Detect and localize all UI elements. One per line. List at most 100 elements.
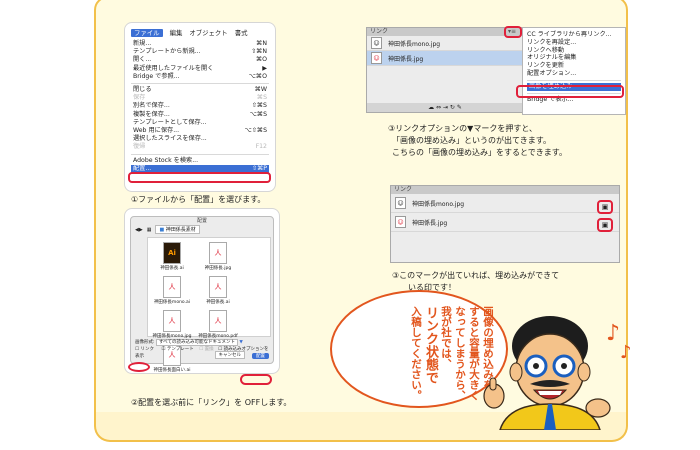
mascot-eye — [561, 363, 567, 369]
view-icon[interactable]: ▦ — [147, 227, 152, 233]
relink-icon[interactable]: ⇔ — [436, 104, 441, 111]
folder-icon: ■ — [159, 227, 165, 233]
file-item[interactable]: 人神田係長mono.jpg — [150, 310, 194, 340]
file-menu-item[interactable]: 複製を保存... ⌥⌘S — [131, 111, 269, 119]
file-menu-item[interactable]: Bridge で参照... ⌥⌘O — [131, 73, 269, 81]
place-button-highlight-ring — [240, 374, 272, 385]
file-menu-item[interactable]: 閉じる ⌘W — [131, 86, 269, 94]
menu-item-shortcut: ⌥⌘O — [248, 72, 267, 80]
file-menu-item[interactable]: 選択したスライスを保存... — [131, 135, 269, 143]
links-panel-embedded: リンク ☺ 神田係長mono.jpg ☺ 神田係長.jpg — [390, 185, 620, 263]
menu-item-label: 最近使用したファイルを開く — [133, 64, 214, 72]
replace-checkbox[interactable]: ☐ 置換 — [199, 347, 213, 352]
menu-object[interactable]: オブジェクト — [189, 29, 227, 37]
links-panel-title: リンク — [367, 28, 523, 36]
file-menu-item[interactable]: 復帰 F12 — [131, 143, 269, 151]
caption-step3-line2: 「画像の埋め込み」というのが出てきます。 — [392, 136, 551, 145]
flyout-item-list: CC ライブラリから再リンク... リンクを再設定... リンクへ移動 オリジナルを編… — [527, 31, 621, 78]
menu-item-shortcut: ⌥⌘S — [249, 110, 267, 118]
caption-step3-line1: ③リンクオプションの▼マークを押すと、 — [388, 124, 538, 133]
menu-item-shortcut: ⌘O — [255, 56, 267, 64]
menu-item-label: テンプレートとして保存... — [133, 118, 207, 126]
file-menu-item[interactable]: 新規... ⌘N — [131, 40, 269, 48]
bubble-line: 入稿してください。 — [410, 306, 422, 401]
link-filename: 神田係長.jpg — [412, 219, 448, 227]
relink-cc-icon[interactable]: ☁ — [428, 104, 434, 111]
dialog-title: 配置 — [196, 218, 207, 224]
flyout-item[interactable]: CC ライブラリから再リンク... — [527, 31, 621, 39]
portrait-thumbnail-icon: ☺ — [371, 37, 382, 49]
embedded-row-mono[interactable]: ☺ 神田係長mono.jpg — [391, 194, 619, 213]
mascot-ear — [509, 362, 523, 382]
links-panel-title-text: リンク — [394, 186, 413, 193]
back-icon[interactable]: ◀▶ — [135, 227, 143, 233]
embedded-mark-ring-1: ▣ — [597, 200, 613, 214]
panel-menu-icon[interactable]: ▾≡ — [508, 28, 516, 35]
portrait-file-icon: 人 — [163, 310, 181, 332]
file-item[interactable]: 人神田係長mono.pdf — [196, 310, 240, 340]
file-item[interactable]: Ai 神田係長.ai — [150, 242, 194, 272]
link-row-mono[interactable]: ☺ 神田係長mono.jpg — [367, 36, 523, 51]
menu-bar: ファイル 編集 オブジェクト 書式 — [131, 29, 273, 38]
file-item[interactable]: 人神田係長mono.ai — [150, 276, 194, 306]
menu-item-shortcut: ⌘N — [256, 40, 267, 47]
file-menu-item[interactable]: Adobe Stock を検索... — [131, 157, 269, 165]
place-button[interactable]: 配置 — [252, 353, 269, 359]
file-menu-dropdown: 新規... ⌘N テンプレートから新規... ⇧⌘N 開く... ⌘O 最近使用したファイル… — [131, 40, 269, 174]
flyout-item[interactable]: リンクを更新 — [527, 62, 621, 70]
cancel-button[interactable]: キャンセル — [214, 351, 245, 359]
file-menu-item[interactable]: 別名で保存... ⇧⌘S — [131, 102, 269, 110]
format-label: 画像形式 — [135, 340, 153, 345]
template-checkbox-label: テンプレート — [166, 347, 194, 352]
embedded-status-icon: ▣ — [601, 221, 609, 229]
mascot-thumb — [489, 377, 497, 391]
links-panel-title: リンク — [391, 186, 619, 194]
portrait-file-icon: 人 — [163, 276, 181, 298]
file-name: 神田係長.ai — [206, 300, 230, 305]
link-row-color[interactable]: ☺ 神田係長.jpg — [367, 51, 523, 66]
link-checkbox[interactable]: ☐ リンク — [135, 347, 154, 352]
menu-edit[interactable]: 編集 — [170, 29, 183, 37]
bubble-line: 我が社では、 — [440, 306, 452, 369]
file-item[interactable]: 人神田係長.jpg — [196, 242, 240, 272]
file-menu-item[interactable]: テンプレートとして保存... — [131, 119, 269, 127]
bubble-line: リンク状態で — [423, 306, 438, 384]
place-dialog: 配置 ◀▶ ▦ ■ 神田係長素材 Ai 神田係長.ai 人神田係長.jpg 人神田係長… — [130, 216, 274, 373]
caption-step2: ②配置を選ぶ前に「リンク」を OFFします。 — [131, 398, 292, 407]
embedded-mark-ring-2: ▣ — [597, 218, 613, 232]
mascot-teeth — [538, 391, 562, 395]
format-select[interactable]: すべての読み込み可能なドキュメント — [155, 339, 238, 346]
folder-select[interactable]: ■ 神田係長素材 — [155, 225, 200, 234]
menu-file[interactable]: ファイル — [131, 29, 163, 37]
flyout-item[interactable]: 配置オプション... — [527, 70, 621, 78]
file-name: 神田係長面白い.ai — [153, 368, 191, 373]
goto-link-icon[interactable]: ⇥ — [443, 104, 448, 111]
file-menu-item[interactable]: テンプレートから新規... ⇧⌘N — [131, 48, 269, 56]
update-link-icon[interactable]: ↻ — [450, 104, 455, 111]
embedded-status-icon: ▣ — [601, 203, 609, 211]
file-menu-item[interactable]: Web 用に保存... ⌥⇧⌘S — [131, 127, 269, 135]
caption-step1: ①ファイルから「配置」を選びます。 — [131, 195, 266, 204]
menu-item-shortcut: ⌘S — [256, 94, 267, 102]
menu-item-label: 新規... — [133, 40, 152, 47]
file-name: 神田係長.jpg — [204, 266, 232, 271]
template-checkbox[interactable]: ☐ テンプレート — [161, 347, 193, 352]
link-filename: 神田係長.jpg — [388, 55, 424, 63]
file-item[interactable]: 人神田係長.ai — [196, 276, 240, 306]
menu-type[interactable]: 書式 — [235, 29, 248, 37]
embedded-row-color[interactable]: ☺ 神田係長.jpg — [391, 213, 619, 232]
mascot-ear — [577, 362, 591, 382]
embed-image-highlight-ring — [516, 85, 624, 98]
portrait-file-icon: 人 — [209, 276, 227, 298]
links-panel-title-text: リンク — [370, 28, 389, 35]
menu-item-label: 復帰 — [133, 143, 146, 151]
file-name: 神田係長mono.ai — [153, 300, 191, 305]
file-menu-item[interactable]: 最近使用したファイルを開く ▶ — [131, 65, 269, 73]
replace-checkbox-label: 置換 — [204, 347, 214, 352]
portrait-file-icon: 人 — [209, 242, 227, 264]
menu-item-label: Bridge で参照... — [133, 72, 180, 80]
edit-original-icon[interactable]: ✎ — [457, 104, 462, 111]
portrait-thumbnail-icon: ☺ — [395, 197, 406, 209]
file-menu-item[interactable]: 開く... ⌘O — [131, 56, 269, 64]
flyout-item[interactable]: リンクを再設定... — [527, 39, 621, 47]
